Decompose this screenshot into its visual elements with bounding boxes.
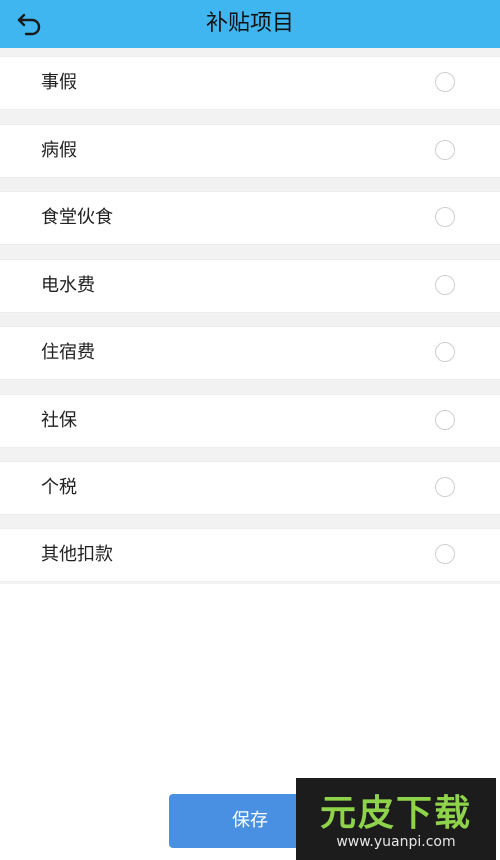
watermark-brand: 元皮下载 [319,793,472,834]
radio-button[interactable] [435,140,455,160]
radio-button[interactable] [435,544,455,564]
list-item[interactable]: 食堂伙食 [0,191,500,245]
list-item[interactable]: 住宿费 [0,326,500,380]
watermark-logo: 元皮下载 www.yuanpi.com [296,778,496,860]
item-label: 个税 [41,477,77,498]
item-label: 电水费 [41,275,95,296]
item-label: 其他扣款 [41,544,113,565]
item-label: 病假 [41,140,77,161]
radio-button[interactable] [435,342,455,362]
radio-button[interactable] [435,207,455,227]
item-label: 社保 [41,410,77,431]
list-item[interactable]: 其他扣款 [0,528,500,582]
watermark-url: www.yuanpi.com [336,834,456,850]
page-title: 补贴项目 [205,11,294,36]
radio-button[interactable] [435,410,455,430]
app-header: 补贴项目 [0,0,500,48]
back-arrow-icon [17,13,41,36]
list-item[interactable]: 个税 [0,461,500,515]
back-button[interactable] [14,9,46,39]
list-item[interactable]: 病假 [0,124,500,178]
radio-button[interactable] [435,275,455,295]
radio-button[interactable] [435,72,455,92]
item-label: 食堂伙食 [41,207,113,228]
subsidy-item-list: 事假 病假 食堂伙食 电水费 住宿费 社保 个税 其他扣款 [0,48,500,584]
item-label: 住宿费 [41,342,95,363]
item-label: 事假 [41,72,77,93]
list-item[interactable]: 事假 [0,56,500,110]
list-item[interactable]: 社保 [0,394,500,448]
list-item[interactable]: 电水费 [0,259,500,313]
radio-button[interactable] [435,477,455,497]
